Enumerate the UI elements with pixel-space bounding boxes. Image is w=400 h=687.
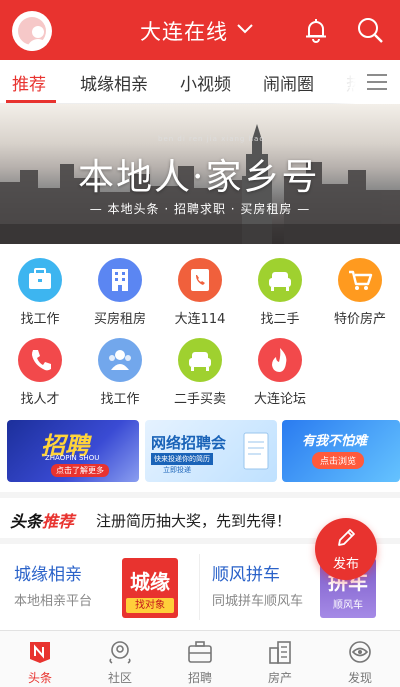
cart-icon bbox=[338, 258, 382, 302]
headline-text: 注册简历抽大奖，先到先得！ bbox=[96, 512, 292, 530]
nav-discover[interactable]: 发现 bbox=[320, 631, 400, 687]
card-title: 城缘相亲 bbox=[14, 565, 82, 585]
headline-n-icon bbox=[30, 642, 50, 663]
tab-short-video[interactable]: 小视频 bbox=[180, 70, 231, 95]
community-icon bbox=[109, 641, 131, 664]
ad-tag: 点击了解更多 bbox=[51, 464, 109, 477]
people-icon bbox=[98, 338, 142, 382]
tab-circle[interactable]: 闹闹圈 bbox=[263, 70, 314, 95]
card-subtitle: 同城拼车顺风车 bbox=[212, 594, 304, 609]
app-root: 大连在线 推荐 城缘相亲 小视频 闹闹圈 热 bbox=[0, 0, 400, 687]
bell-icon[interactable] bbox=[302, 16, 330, 44]
grid-label: 大连论坛 bbox=[253, 392, 306, 407]
hero-banner[interactable]: ben di ren jia xiang hao 本地人·家乡号 — 本地头条 … bbox=[0, 104, 400, 244]
briefcase-icon bbox=[188, 641, 212, 663]
grid-label: 找工作 bbox=[20, 312, 60, 327]
tab-recommend[interactable]: 推荐 bbox=[12, 70, 46, 95]
nav-community[interactable]: 社区 bbox=[80, 631, 160, 687]
grid-label: 二手买卖 bbox=[173, 392, 226, 407]
grid-label: 特价房产 bbox=[333, 312, 386, 327]
avatar[interactable] bbox=[12, 11, 52, 51]
search-icon[interactable] bbox=[356, 16, 384, 44]
app-header: 大连在线 bbox=[0, 0, 400, 60]
tab-dating[interactable]: 城缘相亲 bbox=[80, 70, 148, 95]
publish-button[interactable]: 发布 bbox=[315, 518, 377, 580]
nav-jobs[interactable]: 招聘 bbox=[160, 631, 240, 687]
briefcase-icon bbox=[18, 258, 62, 302]
banner-subtitle: — 本地头条 · 招聘求职 · 买房租房 — bbox=[89, 202, 311, 216]
sofa-icon bbox=[258, 258, 302, 302]
building-icon bbox=[269, 641, 291, 664]
card-title: 顺风拼车 bbox=[212, 565, 280, 585]
card-subtitle: 本地相亲平台 bbox=[14, 594, 93, 609]
card-divider bbox=[199, 554, 200, 620]
banner-pinyin: ben di ren jia xiang hao bbox=[158, 135, 265, 143]
ad-main-text: 网络招聘会 bbox=[151, 434, 227, 452]
banner-title: 本地人·家乡号 bbox=[78, 157, 320, 198]
city-title[interactable]: 大连在线 bbox=[140, 16, 228, 46]
nav-label: 招聘 bbox=[187, 671, 212, 685]
grid-label: 找二手 bbox=[260, 312, 300, 327]
ad-strip: 招聘 ZHAOPIN SHOU 点击了解更多 网络招聘会 快来投递你的简历 立即… bbox=[0, 414, 400, 492]
nav-label: 房产 bbox=[267, 671, 292, 685]
eye-icon bbox=[349, 641, 371, 663]
ad-job-fair[interactable]: 网络招聘会 快来投递你的简历 立即投递 bbox=[145, 420, 277, 482]
grid-label: 找工作 bbox=[100, 392, 140, 407]
document-icon bbox=[243, 432, 269, 470]
active-tab-indicator bbox=[6, 100, 56, 103]
ad-main-text: 有我不怕难 bbox=[302, 434, 368, 449]
headline-logo: 头条推荐 bbox=[10, 512, 75, 531]
card-image: 城缘 找对象 bbox=[122, 558, 178, 618]
menu-icon[interactable] bbox=[366, 73, 388, 91]
phone-icon bbox=[18, 338, 62, 382]
nav-label: 发现 bbox=[347, 671, 372, 685]
nav-headline[interactable]: 头条 bbox=[0, 631, 80, 687]
grid-label: 买房租房 bbox=[93, 312, 146, 327]
grid-label: 找人才 bbox=[20, 392, 60, 407]
sofa-icon bbox=[178, 338, 222, 382]
ad-tag: 点击浏览 bbox=[312, 452, 365, 469]
ad-sub-text: 快来投递你的简历 bbox=[151, 453, 213, 465]
nav-housing[interactable]: 房产 bbox=[240, 631, 320, 687]
nav-label: 社区 bbox=[107, 671, 132, 685]
flame-icon bbox=[258, 338, 302, 382]
building-icon bbox=[98, 258, 142, 302]
ad-tag: 立即投递 bbox=[163, 466, 191, 474]
bottom-nav: 头条 社区 招聘 房产 发现 bbox=[0, 630, 400, 687]
grid-label: 大连114 bbox=[174, 312, 226, 327]
phone-book-icon bbox=[178, 258, 222, 302]
chevron-down-icon[interactable] bbox=[236, 22, 254, 36]
avatar-icon bbox=[18, 17, 49, 51]
ad-recruitment[interactable]: 招聘 ZHAOPIN SHOU 点击了解更多 bbox=[7, 420, 139, 482]
ad-no-fear[interactable]: 有我不怕难 点击浏览 bbox=[282, 420, 400, 482]
service-grid: 找工作 买房租房 大连114 找二手 特价房产 找人才 找工作 二手买卖 大连论… bbox=[0, 244, 400, 414]
pencil-icon bbox=[338, 529, 355, 546]
nav-label: 头条 bbox=[27, 671, 52, 685]
publish-label: 发布 bbox=[332, 557, 359, 572]
ad-sub-text: ZHAOPIN SHOU bbox=[45, 454, 100, 462]
channel-tabs: 推荐 城缘相亲 小视频 闹闹圈 热 bbox=[0, 60, 400, 104]
